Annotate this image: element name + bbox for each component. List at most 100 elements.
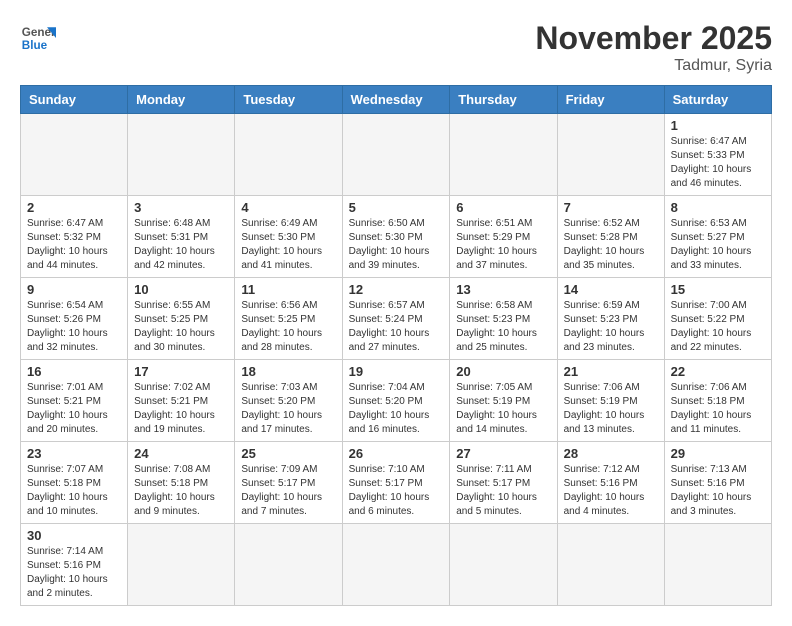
day-number: 29 <box>671 446 765 461</box>
calendar-day-cell: 13 Sunrise: 6:58 AM Sunset: 5:23 PM Dayli… <box>450 278 557 360</box>
day-info: Sunrise: 7:06 AM Sunset: 5:19 PM Dayligh… <box>564 381 658 437</box>
day-number: 14 <box>564 282 658 297</box>
day-info: Sunrise: 7:08 AM Sunset: 5:18 PM Dayligh… <box>134 463 228 519</box>
weekday-header-cell: Sunday <box>21 86 128 114</box>
day-number: 11 <box>241 282 335 297</box>
day-info: Sunrise: 6:47 AM Sunset: 5:33 PM Dayligh… <box>671 135 765 191</box>
calendar-day-cell: 6Sunrise: 6:51 AM Sunset: 5:29 PM Daylig… <box>450 196 557 278</box>
day-number: 19 <box>349 364 444 379</box>
day-info: Sunrise: 6:50 AM Sunset: 5:30 PM Dayligh… <box>349 217 444 273</box>
calendar-day-cell: 2 Sunrise: 6:47 AM Sunset: 5:32 PM Daylig… <box>21 196 128 278</box>
calendar-day-cell: 25 Sunrise: 7:09 AM Sunset: 5:17 PM Dayli… <box>235 442 342 524</box>
calendar-day-cell: 3 Sunrise: 6:48 AM Sunset: 5:31 PM Daylig… <box>128 196 235 278</box>
calendar-day-cell <box>128 524 235 606</box>
calendar-day-cell: 28Sunrise: 7:12 AM Sunset: 5:16 PM Dayli… <box>557 442 664 524</box>
calendar-week-row: 30Sunrise: 7:14 AM Sunset: 5:16 PM Dayli… <box>21 524 772 606</box>
calendar-week-row: 9Sunrise: 6:54 AM Sunset: 5:26 PM Daylig… <box>21 278 772 360</box>
day-info: Sunrise: 7:03 AM Sunset: 5:20 PM Dayligh… <box>241 381 335 437</box>
day-number: 2 <box>27 200 121 215</box>
day-info: Sunrise: 6:53 AM Sunset: 5:27 PM Dayligh… <box>671 217 765 273</box>
day-info: Sunrise: 6:48 AM Sunset: 5:31 PM Dayligh… <box>134 217 228 273</box>
day-info: Sunrise: 7:13 AM Sunset: 5:16 PM Dayligh… <box>671 463 765 519</box>
calendar-day-cell: 15Sunrise: 7:00 AM Sunset: 5:22 PM Dayli… <box>664 278 771 360</box>
calendar-day-cell: 1Sunrise: 6:47 AM Sunset: 5:33 PM Daylig… <box>664 114 771 196</box>
calendar-day-cell: 17 Sunrise: 7:02 AM Sunset: 5:21 PM Dayli… <box>128 360 235 442</box>
calendar-day-cell <box>557 524 664 606</box>
calendar-day-cell: 9Sunrise: 6:54 AM Sunset: 5:26 PM Daylig… <box>21 278 128 360</box>
day-number: 13 <box>456 282 550 297</box>
calendar-day-cell: 12 Sunrise: 6:57 AM Sunset: 5:24 PM Dayli… <box>342 278 450 360</box>
day-info: Sunrise: 7:07 AM Sunset: 5:18 PM Dayligh… <box>27 463 121 519</box>
day-info: Sunrise: 7:12 AM Sunset: 5:16 PM Dayligh… <box>564 463 658 519</box>
calendar-day-cell: 8Sunrise: 6:53 AM Sunset: 5:27 PM Daylig… <box>664 196 771 278</box>
calendar-day-cell <box>235 114 342 196</box>
calendar-day-cell: 26 Sunrise: 7:10 AM Sunset: 5:17 PM Dayli… <box>342 442 450 524</box>
weekday-header-cell: Tuesday <box>235 86 342 114</box>
calendar-day-cell: 18Sunrise: 7:03 AM Sunset: 5:20 PM Dayli… <box>235 360 342 442</box>
calendar-day-cell <box>450 524 557 606</box>
calendar-day-cell: 22 Sunrise: 7:06 AM Sunset: 5:18 PM Dayli… <box>664 360 771 442</box>
day-info: Sunrise: 7:04 AM Sunset: 5:20 PM Dayligh… <box>349 381 444 437</box>
day-info: Sunrise: 7:11 AM Sunset: 5:17 PM Dayligh… <box>456 463 550 519</box>
weekday-header-cell: Monday <box>128 86 235 114</box>
day-info: Sunrise: 6:58 AM Sunset: 5:23 PM Dayligh… <box>456 299 550 355</box>
day-number: 27 <box>456 446 550 461</box>
calendar-day-cell: 11 Sunrise: 6:56 AM Sunset: 5:25 PM Dayli… <box>235 278 342 360</box>
calendar-day-cell: 4Sunrise: 6:49 AM Sunset: 5:30 PM Daylig… <box>235 196 342 278</box>
day-number: 20 <box>456 364 550 379</box>
logo-icon: General Blue <box>20 20 56 56</box>
day-number: 15 <box>671 282 765 297</box>
calendar-day-cell: 27 Sunrise: 7:11 AM Sunset: 5:17 PM Dayli… <box>450 442 557 524</box>
day-info: Sunrise: 7:02 AM Sunset: 5:21 PM Dayligh… <box>134 381 228 437</box>
calendar-day-cell: 19 Sunrise: 7:04 AM Sunset: 5:20 PM Dayli… <box>342 360 450 442</box>
title-area: November 2025 Tadmur, Syria <box>535 20 772 75</box>
day-info: Sunrise: 6:56 AM Sunset: 5:25 PM Dayligh… <box>241 299 335 355</box>
day-number: 25 <box>241 446 335 461</box>
weekday-header-row: SundayMondayTuesdayWednesdayThursdayFrid… <box>21 86 772 114</box>
calendar-week-row: 1Sunrise: 6:47 AM Sunset: 5:33 PM Daylig… <box>21 114 772 196</box>
calendar-day-cell: 7Sunrise: 6:52 AM Sunset: 5:28 PM Daylig… <box>557 196 664 278</box>
calendar-week-row: 16 Sunrise: 7:01 AM Sunset: 5:21 PM Dayli… <box>21 360 772 442</box>
weekday-header-cell: Saturday <box>664 86 771 114</box>
day-info: Sunrise: 6:47 AM Sunset: 5:32 PM Dayligh… <box>27 217 121 273</box>
day-number: 3 <box>134 200 228 215</box>
day-info: Sunrise: 7:06 AM Sunset: 5:18 PM Dayligh… <box>671 381 765 437</box>
day-info: Sunrise: 6:57 AM Sunset: 5:24 PM Dayligh… <box>349 299 444 355</box>
calendar-day-cell: 21 Sunrise: 7:06 AM Sunset: 5:19 PM Dayli… <box>557 360 664 442</box>
calendar-day-cell <box>235 524 342 606</box>
calendar-day-cell: 14 Sunrise: 6:59 AM Sunset: 5:23 PM Dayli… <box>557 278 664 360</box>
calendar-day-cell: 20 Sunrise: 7:05 AM Sunset: 5:19 PM Dayli… <box>450 360 557 442</box>
calendar-day-cell <box>557 114 664 196</box>
day-number: 7 <box>564 200 658 215</box>
calendar-day-cell: 10Sunrise: 6:55 AM Sunset: 5:25 PM Dayli… <box>128 278 235 360</box>
day-number: 26 <box>349 446 444 461</box>
day-info: Sunrise: 6:54 AM Sunset: 5:26 PM Dayligh… <box>27 299 121 355</box>
weekday-header-cell: Wednesday <box>342 86 450 114</box>
weekday-header-cell: Thursday <box>450 86 557 114</box>
day-number: 12 <box>349 282 444 297</box>
logo: General Blue <box>20 20 56 56</box>
calendar-day-cell: 24 Sunrise: 7:08 AM Sunset: 5:18 PM Dayli… <box>128 442 235 524</box>
day-number: 21 <box>564 364 658 379</box>
day-info: Sunrise: 7:14 AM Sunset: 5:16 PM Dayligh… <box>27 545 121 601</box>
day-info: Sunrise: 7:05 AM Sunset: 5:19 PM Dayligh… <box>456 381 550 437</box>
day-info: Sunrise: 7:09 AM Sunset: 5:17 PM Dayligh… <box>241 463 335 519</box>
calendar-day-cell <box>664 524 771 606</box>
calendar-week-row: 23Sunrise: 7:07 AM Sunset: 5:18 PM Dayli… <box>21 442 772 524</box>
day-info: Sunrise: 6:51 AM Sunset: 5:29 PM Dayligh… <box>456 217 550 273</box>
day-info: Sunrise: 6:55 AM Sunset: 5:25 PM Dayligh… <box>134 299 228 355</box>
day-info: Sunrise: 7:01 AM Sunset: 5:21 PM Dayligh… <box>27 381 121 437</box>
day-number: 17 <box>134 364 228 379</box>
calendar-day-cell <box>342 524 450 606</box>
day-number: 16 <box>27 364 121 379</box>
location-title: Tadmur, Syria <box>535 57 772 75</box>
calendar-body: 1Sunrise: 6:47 AM Sunset: 5:33 PM Daylig… <box>21 114 772 606</box>
day-info: Sunrise: 7:10 AM Sunset: 5:17 PM Dayligh… <box>349 463 444 519</box>
calendar-day-cell: 5Sunrise: 6:50 AM Sunset: 5:30 PM Daylig… <box>342 196 450 278</box>
calendar-day-cell <box>342 114 450 196</box>
day-info: Sunrise: 6:59 AM Sunset: 5:23 PM Dayligh… <box>564 299 658 355</box>
day-number: 24 <box>134 446 228 461</box>
day-number: 22 <box>671 364 765 379</box>
header: General Blue November 2025 Tadmur, Syria <box>20 20 772 75</box>
calendar-day-cell <box>128 114 235 196</box>
